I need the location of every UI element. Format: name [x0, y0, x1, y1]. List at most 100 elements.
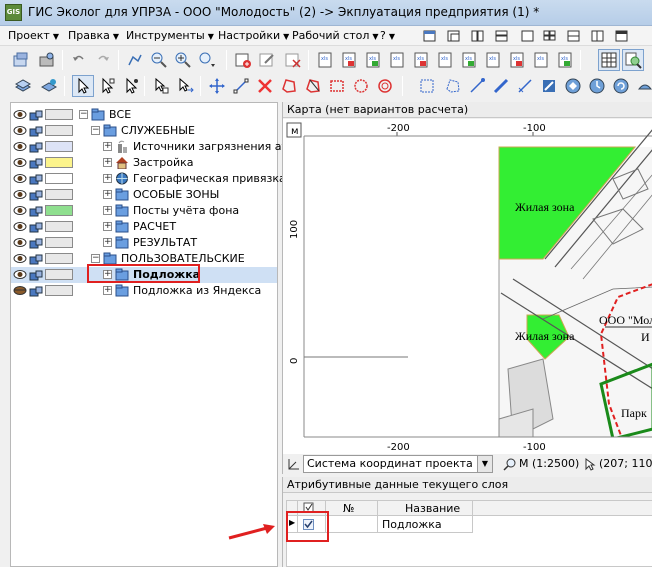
zoom-menu-button[interactable]	[196, 49, 218, 71]
visibility-eye-icon[interactable]	[13, 108, 27, 121]
tree-row[interactable]: + РЕЗУЛЬТАТ	[11, 235, 277, 251]
tree-row[interactable]: − СЛУЖЕБНЫЕ	[11, 123, 277, 139]
visibility-eye-icon[interactable]	[13, 124, 27, 137]
tree-expander[interactable]: +	[103, 142, 112, 151]
calc-report-3-button[interactable]: xls	[362, 49, 384, 71]
draw-ring-button[interactable]	[374, 75, 396, 97]
select-region-button[interactable]	[416, 75, 438, 97]
calc-report-4-button[interactable]: xls	[386, 49, 408, 71]
visibility-eye-icon[interactable]	[13, 188, 27, 201]
visibility-eye-icon[interactable]	[13, 140, 27, 153]
layer-lock-icon[interactable]	[29, 284, 43, 297]
select-node-button[interactable]	[96, 75, 118, 97]
layer-lock-icon[interactable]	[29, 156, 43, 169]
layer-color-swatch[interactable]	[45, 173, 73, 184]
layer-color-swatch[interactable]	[45, 157, 73, 168]
layer-color-swatch[interactable]	[45, 205, 73, 216]
tree-expander[interactable]: −	[91, 126, 100, 135]
tree-expander[interactable]: +	[103, 190, 112, 199]
menu-project[interactable]: Проект ▼	[8, 29, 59, 42]
layer-add-button[interactable]	[232, 49, 254, 71]
zoom-in-button[interactable]	[172, 49, 194, 71]
visibility-eye-icon[interactable]	[13, 172, 27, 185]
tree-expander[interactable]: +	[103, 158, 112, 167]
contour-calc-button[interactable]	[586, 75, 608, 97]
rotate-tool-button[interactable]	[610, 75, 632, 97]
open-project-button[interactable]	[10, 49, 32, 71]
tree-expander[interactable]: −	[79, 110, 88, 119]
tree-row[interactable]: + Подложка из Яндекса	[11, 283, 277, 299]
source-point-button[interactable]	[466, 75, 488, 97]
tree-row[interactable]: + РАСЧЕТ	[11, 219, 277, 235]
visibility-off-icon[interactable]	[13, 284, 27, 297]
layer-color-swatch[interactable]	[45, 253, 73, 264]
draw-polygon-button[interactable]	[278, 75, 300, 97]
tree-expander[interactable]: +	[103, 174, 112, 183]
layer-color-swatch[interactable]	[45, 269, 73, 280]
calc-report-9-button[interactable]: xls	[506, 49, 528, 71]
layer-color-swatch[interactable]	[45, 141, 73, 152]
draw-line-button[interactable]	[124, 49, 146, 71]
add-vertex-button[interactable]	[150, 75, 172, 97]
tree-row[interactable]: + Посты учёта фона	[11, 203, 277, 219]
contour-tool-button[interactable]	[562, 75, 584, 97]
save-project-button[interactable]	[36, 49, 58, 71]
building-tool-button[interactable]	[538, 75, 560, 97]
visibility-eye-icon[interactable]	[13, 204, 27, 217]
layers-button[interactable]	[12, 75, 34, 97]
search-object-button[interactable]	[622, 49, 644, 71]
tree-expander[interactable]: +	[103, 222, 112, 231]
visibility-eye-icon[interactable]	[13, 252, 27, 265]
grid-select-button[interactable]	[598, 49, 620, 71]
tree-expander[interactable]: +	[103, 286, 112, 295]
layer-color-swatch[interactable]	[45, 285, 73, 296]
layer-style-button[interactable]	[38, 75, 60, 97]
calc-report-6-button[interactable]: xls	[434, 49, 456, 71]
calc-report-2-button[interactable]: xls	[338, 49, 360, 71]
tree-expander[interactable]: +	[103, 206, 112, 215]
layer-lock-icon[interactable]	[29, 188, 43, 201]
layer-edit-button[interactable]	[256, 49, 278, 71]
calc-report-10-button[interactable]: xls	[530, 49, 552, 71]
zoom-out-button[interactable]	[148, 49, 170, 71]
sector-tool-button[interactable]	[634, 75, 652, 97]
calc-report-11-button[interactable]: xls	[554, 49, 576, 71]
measure-button[interactable]	[230, 75, 252, 97]
select-vertex-button[interactable]	[120, 75, 142, 97]
map-canvas[interactable]: м -200 -100 100 0 Жилая зона Жилая зона …	[283, 119, 652, 455]
calc-report-7-button[interactable]: xls	[458, 49, 480, 71]
draw-rect-button[interactable]	[326, 75, 348, 97]
layer-lock-icon[interactable]	[29, 220, 43, 233]
layer-color-swatch[interactable]	[45, 189, 73, 200]
layer-color-swatch[interactable]	[45, 109, 73, 120]
map-drawing[interactable]: м -200 -100 100 0 Жилая зона Жилая зона …	[283, 119, 652, 455]
tree-row[interactable]: + Источники загрязнения атм...	[11, 139, 307, 155]
layer-color-swatch[interactable]	[45, 237, 73, 248]
layer-lock-icon[interactable]	[29, 252, 43, 265]
menu-help[interactable]: ? ▼	[380, 29, 395, 42]
menu-edit[interactable]: Правка ▼	[68, 29, 119, 42]
pan-button[interactable]	[206, 75, 228, 97]
visibility-eye-icon[interactable]	[13, 236, 27, 249]
move-vertex-button[interactable]	[174, 75, 196, 97]
dropdown-arrow-icon[interactable]: ▼	[477, 456, 492, 472]
coord-system-select[interactable]: Система координат проекта	[303, 455, 493, 473]
draw-circle-button[interactable]	[350, 75, 372, 97]
split-polygon-button[interactable]	[302, 75, 324, 97]
undo-button[interactable]	[68, 49, 90, 71]
tree-row[interactable]: + Географическая привязка	[11, 171, 286, 187]
visibility-eye-icon[interactable]	[13, 156, 27, 169]
pointer-tool-button[interactable]	[72, 75, 94, 97]
layer-lock-icon[interactable]	[29, 124, 43, 137]
source-area-button[interactable]	[514, 75, 536, 97]
source-line-button[interactable]	[490, 75, 512, 97]
redo-button[interactable]	[92, 49, 114, 71]
visibility-eye-icon[interactable]	[13, 220, 27, 233]
layer-lock-icon[interactable]	[29, 172, 43, 185]
menu-settings[interactable]: Настройки ▼	[218, 29, 289, 42]
layer-delete-button[interactable]	[282, 49, 304, 71]
layer-lock-icon[interactable]	[29, 140, 43, 153]
tree-expander[interactable]: −	[91, 254, 100, 263]
calc-report-8-button[interactable]: xls	[482, 49, 504, 71]
column-header-number[interactable]: №	[343, 502, 354, 515]
